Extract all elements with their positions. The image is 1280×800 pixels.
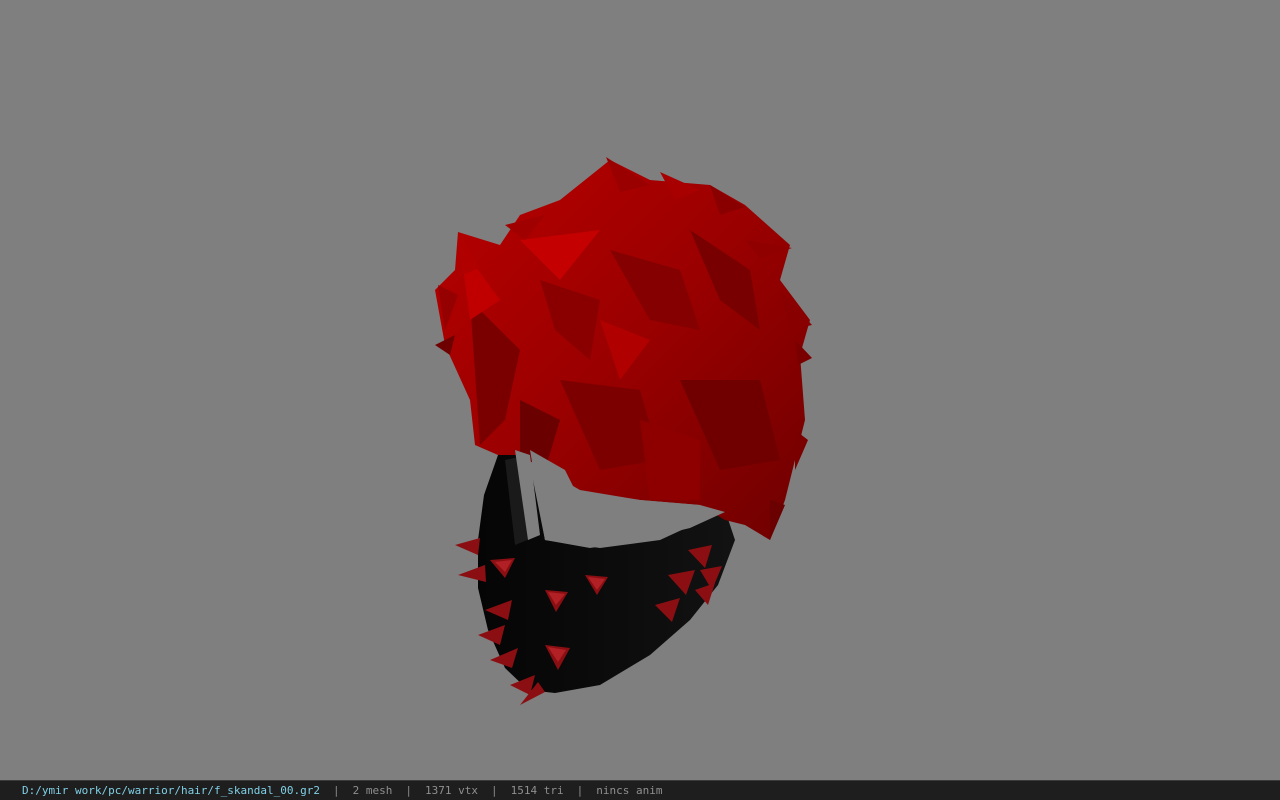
separator: | [491,784,498,797]
mesh-count: 2 mesh [352,784,393,797]
status-bar: D:/ymir work/pc/warrior/hair/f_skandal_0… [0,780,1280,800]
separator: | [405,784,413,797]
triangle-count: 1514 tri [510,784,564,797]
separator: | [333,784,340,797]
3d-viewport[interactable] [0,0,1280,780]
separator: | [576,784,584,797]
model-render[interactable] [0,0,1280,780]
vertex-count: 1371 vtx [425,784,478,797]
file-path: D:/ymir work/pc/warrior/hair/f_skandal_0… [22,784,321,797]
animation-status: nincs anim [596,784,663,797]
